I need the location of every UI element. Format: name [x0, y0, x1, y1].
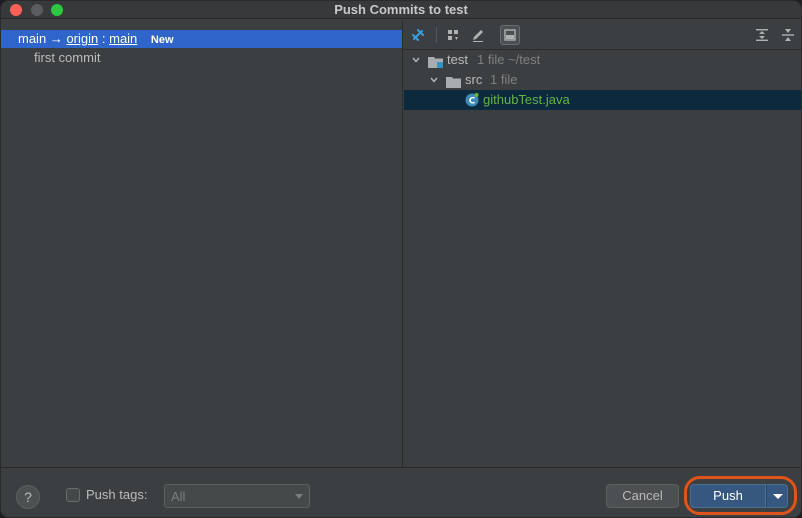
- remote-name-link[interactable]: origin: [66, 31, 98, 46]
- group-by-icon[interactable]: [443, 25, 463, 45]
- collapse-all-icon[interactable]: [778, 25, 798, 45]
- tree-item-meta: 1 file ~/test: [477, 52, 541, 67]
- pin-icon[interactable]: [408, 25, 428, 45]
- window-title: Push Commits to test: [334, 2, 468, 17]
- help-button[interactable]: ?: [16, 485, 40, 509]
- branch-separator: :: [101, 31, 106, 46]
- tree-item-name: test: [447, 52, 468, 67]
- arrow-icon: →: [49, 31, 63, 46]
- tree-row-folder[interactable]: src 1 file: [404, 70, 801, 90]
- svg-text:C: C: [469, 97, 476, 107]
- tree-item-name: githubTest.java: [483, 92, 570, 107]
- edit-source-icon[interactable]: [468, 25, 488, 45]
- expand-all-icon[interactable]: [752, 25, 772, 45]
- toolbar-separator: [436, 27, 437, 43]
- push-tags-checkbox[interactable]: [66, 488, 80, 502]
- push-options-dropdown[interactable]: [766, 484, 788, 508]
- module-folder-icon: [428, 54, 444, 68]
- files-pane: test 1 file ~/test src 1 file C githubTe…: [404, 20, 801, 467]
- push-button[interactable]: Push: [690, 484, 766, 508]
- tree-row-module[interactable]: test 1 file ~/test: [404, 50, 801, 70]
- cancel-button[interactable]: Cancel: [606, 484, 679, 508]
- chevron-down-icon: [295, 494, 303, 499]
- tree-item-name: src: [465, 72, 483, 87]
- dialog-footer: ? Push tags: All Cancel Push: [1, 467, 801, 517]
- preview-diff-icon[interactable]: [500, 25, 520, 45]
- commit-item[interactable]: first commit: [34, 50, 100, 65]
- chevron-down-icon[interactable]: [410, 50, 422, 70]
- local-branch: main: [18, 31, 47, 46]
- chevron-down-icon: [773, 494, 783, 499]
- title-bar: Push Commits to test: [1, 1, 801, 19]
- push-commits-dialog: Push Commits to test main → origin : mai…: [0, 0, 802, 518]
- tree-item-meta: 1 file: [490, 72, 518, 87]
- files-toolbar: [404, 20, 801, 50]
- push-tags-label: Push tags:: [86, 487, 148, 502]
- push-tags-value: All: [171, 489, 186, 504]
- remote-branch-link[interactable]: main: [109, 31, 137, 46]
- branch-row[interactable]: main → origin : main New: [1, 30, 402, 48]
- push-tags-select[interactable]: All: [164, 484, 310, 508]
- new-badge: New: [150, 34, 174, 46]
- tree-row-file[interactable]: C githubTest.java: [404, 90, 801, 110]
- java-class-icon: C: [464, 92, 480, 108]
- folder-icon: [446, 74, 462, 88]
- chevron-down-icon[interactable]: [428, 70, 440, 90]
- commits-pane: main → origin : main New first commit: [1, 20, 403, 467]
